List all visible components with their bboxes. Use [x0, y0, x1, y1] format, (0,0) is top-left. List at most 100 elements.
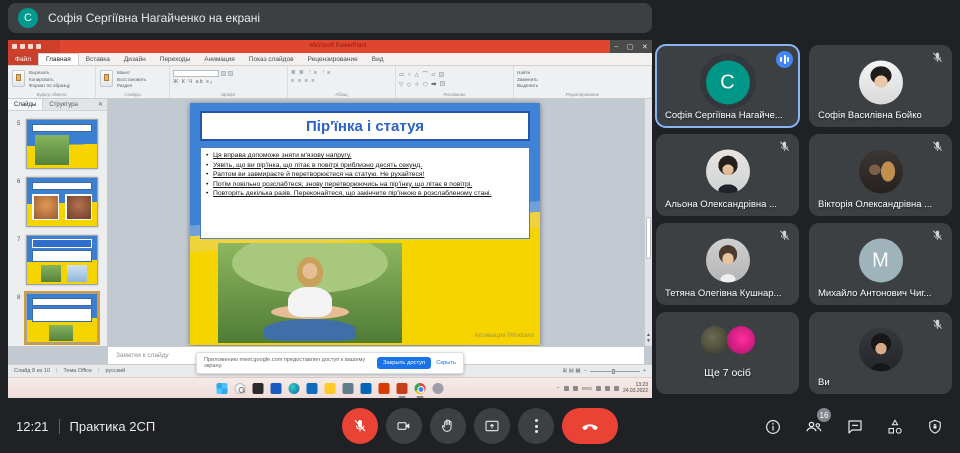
taskbar-search-icon[interactable]: [235, 383, 246, 394]
taskbar-app-red[interactable]: [379, 383, 390, 394]
taskbar-app-teams[interactable]: [307, 383, 318, 394]
participant-tile-boiko[interactable]: Софія Василівна Бойко: [809, 45, 952, 127]
view-buttons[interactable]: ⊞ ▤ ▦: [563, 368, 581, 374]
chat-icon: [846, 418, 864, 436]
tab-design[interactable]: Дизайн: [117, 53, 153, 65]
window-controls[interactable]: – ▢ ✕: [610, 40, 652, 53]
chat-button[interactable]: [846, 418, 864, 436]
participant-tile-you[interactable]: Ви: [809, 312, 952, 394]
find-button[interactable]: Найти: [517, 70, 648, 75]
tray-app-icon[interactable]: [573, 386, 578, 391]
tab-view[interactable]: Вид: [365, 53, 391, 65]
hide-toast-link[interactable]: Скрыть: [436, 360, 456, 366]
slide-title-box[interactable]: Пір'їнка і статуя: [200, 111, 530, 141]
zoom-out-icon[interactable]: −: [584, 368, 587, 374]
volume-icon[interactable]: [605, 386, 610, 391]
activities-button[interactable]: [886, 418, 904, 436]
cut-button[interactable]: Вырезать: [29, 70, 70, 75]
minimize-icon[interactable]: –: [614, 43, 618, 50]
slide-scrollbar[interactable]: ▲▼: [644, 99, 652, 346]
stop-sharing-button[interactable]: Закрыть доступ: [377, 357, 431, 369]
zoom-slider[interactable]: [590, 371, 640, 372]
tray-chevron-icon[interactable]: ⌃: [556, 386, 560, 392]
slide-thumbnail-7[interactable]: 7: [26, 235, 98, 285]
start-button[interactable]: [217, 383, 228, 394]
slides-tab[interactable]: Слайды: [8, 99, 43, 110]
slide-thumbnail-5[interactable]: 5: [26, 119, 98, 169]
onedrive-icon[interactable]: [564, 386, 569, 391]
tab-file[interactable]: Файл: [8, 53, 38, 65]
outline-tab[interactable]: Структура: [43, 99, 83, 110]
tab-slideshow[interactable]: Показ слайдов: [242, 53, 301, 65]
tab-animation[interactable]: Анимация: [197, 53, 242, 65]
zoom-in-icon[interactable]: +: [643, 368, 646, 374]
slide-body-box[interactable]: Ця вправа допоможе зняти м'язову напругу…: [200, 147, 530, 239]
tab-home[interactable]: Главная: [38, 53, 79, 65]
slide-thumbnail-6[interactable]: 6: [26, 177, 98, 227]
new-slide-button[interactable]: [100, 70, 113, 87]
taskbar-app-gray[interactable]: [343, 383, 354, 394]
slide-thumbnail-8[interactable]: 8: [26, 293, 98, 343]
notes-placeholder: Заметки к слайду: [116, 352, 169, 359]
participant-tile-tetiana[interactable]: Тетяна Олегівна Кушнар...: [656, 223, 799, 305]
meeting-name: Практика 2СП: [70, 419, 156, 434]
select-button[interactable]: Выделить: [517, 83, 648, 88]
more-options-button[interactable]: [518, 408, 554, 444]
list-buttons[interactable]: ≣ ≣ ⋮≡ ⋮≡: [291, 70, 331, 76]
camera-toggle-button[interactable]: [386, 408, 422, 444]
scrollbar-thumb[interactable]: [646, 217, 651, 259]
participant-name: Михайло Антонович Чиг...: [818, 288, 944, 299]
participant-tile-mykhailo[interactable]: M Михайло Антонович Чиг...: [809, 223, 952, 305]
slide-canvas[interactable]: Пір'їнка і статуя Ця вправа допоможе зня…: [190, 103, 540, 345]
leave-call-button[interactable]: [562, 408, 618, 444]
shape-buttons-2[interactable]: ▽ ◇ ☆ ⬠ ⮕: [399, 80, 438, 88]
wifi-icon[interactable]: [596, 386, 601, 391]
file-explorer-icon[interactable]: [325, 383, 336, 394]
taskbar-clock[interactable]: 13:23 24.03.2022: [623, 383, 648, 395]
align-buttons[interactable]: ≡ ≡ ≡ ≡: [291, 78, 315, 84]
reset-button[interactable]: Восстановить: [117, 77, 146, 82]
panel-close-icon[interactable]: ✕: [98, 99, 107, 110]
mic-toggle-button[interactable]: [342, 408, 378, 444]
format-painter-button[interactable]: Формат по образцу: [29, 83, 70, 88]
tab-review[interactable]: Рецензирование: [301, 53, 365, 65]
system-tray[interactable]: ⌃ ENG 13:23 24.03.2022: [556, 378, 648, 398]
taskbar-app-dark[interactable]: [253, 383, 264, 394]
present-screen-button[interactable]: [474, 408, 510, 444]
shield-lock-icon: [926, 418, 944, 436]
paste-button[interactable]: [12, 70, 25, 87]
powerpoint-icon[interactable]: [397, 383, 408, 394]
replace-button[interactable]: Заменить: [517, 77, 648, 82]
outlook-icon[interactable]: [361, 383, 372, 394]
participant-tile-alona[interactable]: Альона Олександрівна ...: [656, 134, 799, 216]
participant-count-badge: 16: [817, 408, 831, 422]
shape-buttons[interactable]: ▭ ○ △ ⌒ ▱: [399, 70, 437, 78]
meeting-details-button[interactable]: [764, 418, 782, 436]
copy-button[interactable]: Копировать: [29, 77, 70, 82]
overflow-tile-more-people[interactable]: Ще 7 осіб: [656, 312, 799, 394]
chrome-icon[interactable]: [415, 383, 426, 394]
tab-transitions[interactable]: Переходы: [153, 53, 198, 65]
camera-icon: [396, 418, 412, 434]
host-controls-button[interactable]: [926, 418, 944, 436]
edge-icon[interactable]: [289, 383, 300, 394]
battery-icon[interactable]: [614, 386, 619, 391]
show-participants-button[interactable]: 16: [804, 417, 824, 437]
close-icon[interactable]: ✕: [642, 43, 648, 51]
drawing-group: ▭ ○ △ ⌒ ▱ ▽ ◇ ☆ ⬠ ⮕ Рисование: [396, 66, 514, 98]
layout-button[interactable]: Макет: [117, 70, 146, 75]
participant-tile-nagaichenko[interactable]: C Софія Сергіївна Нагайче...: [656, 45, 799, 127]
settings-gear-icon[interactable]: [433, 383, 444, 394]
font-style-buttons[interactable]: Ж К Ч ab x₂: [173, 79, 213, 85]
slide-nav-buttons[interactable]: ▲▼: [645, 332, 652, 344]
language-indicator[interactable]: ENG: [582, 386, 592, 391]
participant-tile-viktoria[interactable]: Вікторія Олександрівна ...: [809, 134, 952, 216]
section-button[interactable]: Раздел: [117, 83, 146, 88]
quick-access-toolbar[interactable]: [8, 40, 60, 53]
font-name-box[interactable]: [173, 70, 219, 77]
raise-hand-button[interactable]: [430, 408, 466, 444]
maximize-icon[interactable]: ▢: [627, 43, 634, 51]
taskbar-app-blue[interactable]: [271, 383, 282, 394]
tab-insert[interactable]: Вставка: [79, 53, 117, 65]
bullet-5: Повторіть декілька разів. Переконайтеся,…: [204, 189, 524, 199]
